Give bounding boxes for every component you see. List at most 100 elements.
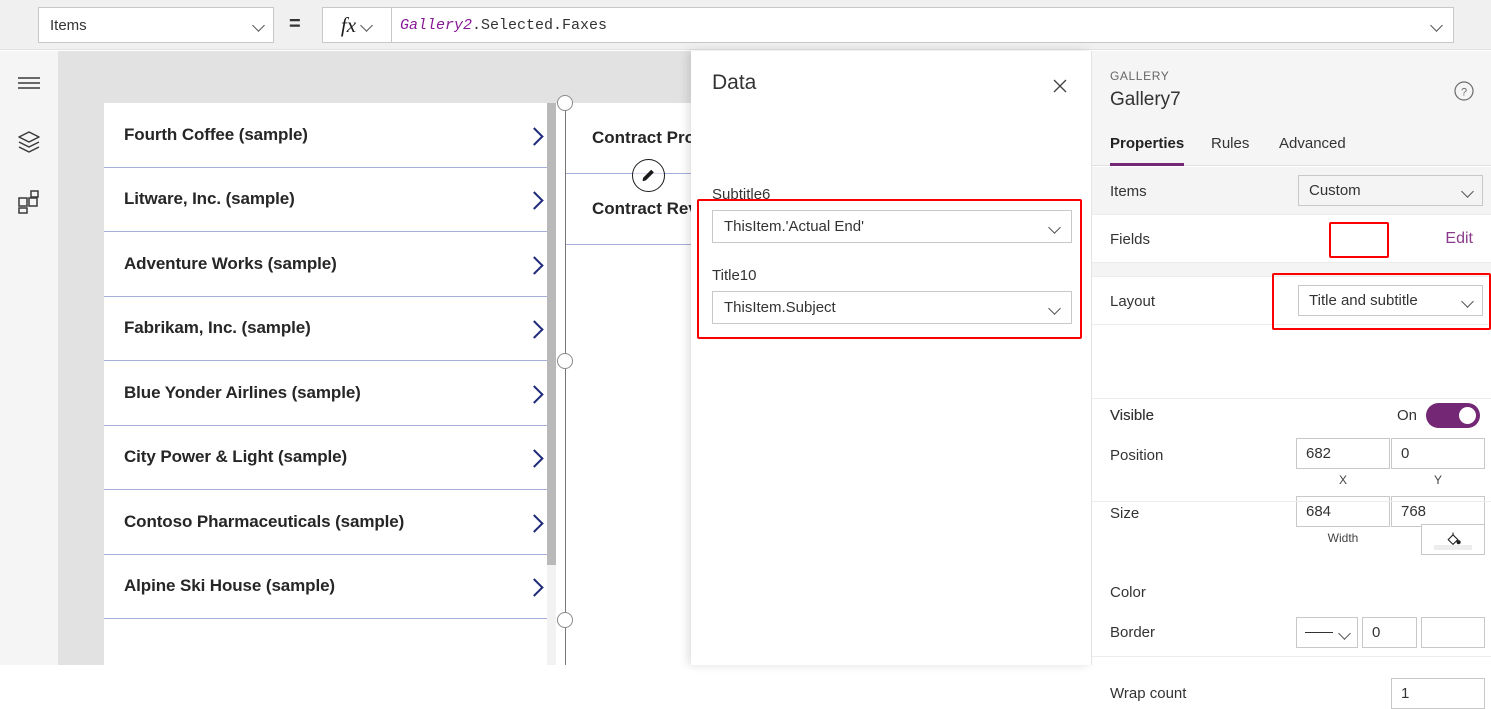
items-dropdown-value: Custom	[1309, 182, 1361, 199]
property-label-wrap-count: Wrap count	[1110, 685, 1187, 702]
subtitle-field-value: ThisItem.'Actual End'	[724, 218, 864, 235]
position-x-value: 682	[1306, 445, 1332, 462]
formula-input[interactable]: Gallery2.Selected.Faxes	[392, 7, 1454, 43]
property-label-fields: Fields	[1110, 231, 1151, 248]
property-label-size: Size	[1110, 505, 1140, 522]
property-label-layout: Layout	[1110, 293, 1156, 310]
properties-panel: GALLERY Gallery7 ? Properties Rules Adva…	[1091, 51, 1491, 709]
chevron-right-icon[interactable]	[526, 127, 542, 143]
list-item-title: City Power & Light (sample)	[124, 447, 348, 467]
help-icon[interactable]: ?	[1453, 80, 1477, 104]
subtitle-field-dropdown[interactable]: ThisItem.'Actual End'	[712, 210, 1072, 243]
visible-toggle-state-label: On	[1397, 407, 1418, 424]
position-y-caption: Y	[1433, 473, 1442, 487]
property-label-items: Items	[1110, 183, 1147, 200]
fx-icon: fx	[340, 12, 357, 37]
items-dropdown[interactable]: Custom	[1298, 175, 1483, 206]
fill-color-button[interactable]	[1421, 524, 1485, 555]
wrap-count-input[interactable]: 1	[1391, 678, 1485, 709]
selection-handle-bottom-left[interactable]	[557, 612, 573, 628]
list-item-title: Alpine Ski House (sample)	[124, 576, 335, 596]
size-width-caption: Width	[1327, 531, 1359, 545]
formula-bar: Items = fx Gallery2.Selected.Faxes	[0, 0, 1491, 50]
size-width-value: 684	[1306, 503, 1332, 520]
visible-toggle[interactable]	[1426, 403, 1480, 428]
property-label-color: Color	[1110, 584, 1146, 601]
list-item[interactable]: Adventure Works (sample)	[104, 232, 554, 297]
properties-panel-header: GALLERY Gallery7 ?	[1092, 51, 1491, 130]
gallery-browse-list[interactable]: Fourth Coffee (sample) Litware, Inc. (sa…	[104, 103, 554, 665]
tab-properties[interactable]: Properties	[1110, 130, 1185, 166]
layout-dropdown-value: Title and subtitle	[1309, 292, 1418, 309]
title-field-value: ThisItem.Subject	[724, 299, 836, 316]
property-selector-label: Items	[50, 16, 87, 34]
field-label-title: Title10	[712, 267, 757, 284]
chevron-down-icon	[1462, 185, 1474, 197]
tab-advanced-label: Advanced	[1279, 135, 1346, 152]
layout-dropdown[interactable]: Title and subtitle	[1298, 285, 1483, 316]
list-item[interactable]: Fourth Coffee (sample)	[104, 103, 554, 168]
list-item[interactable]: City Power & Light (sample)	[104, 426, 554, 490]
control-name-label: Gallery7	[1110, 89, 1181, 110]
formula-expand-chevron-down-icon[interactable]	[1431, 19, 1443, 31]
list-item[interactable]: Alpine Ski House (sample)	[104, 555, 554, 619]
hamburger-menu-icon[interactable]	[13, 66, 45, 98]
selection-handle-top-left[interactable]	[557, 95, 573, 111]
wrap-count-value: 1	[1401, 685, 1410, 702]
property-row-layout: Layout Title and subtitle	[1092, 277, 1491, 325]
border-thickness-input[interactable]: 0	[1362, 617, 1417, 648]
control-type-label: GALLERY	[1110, 69, 1170, 83]
list-item-title: Blue Yonder Airlines (sample)	[124, 382, 361, 402]
chevron-down-icon	[253, 19, 265, 31]
chevron-right-icon[interactable]	[526, 578, 542, 594]
gallery-scrollbar-thumb[interactable]	[547, 103, 556, 565]
chevron-right-icon[interactable]	[526, 256, 542, 272]
fill-color-preview	[1434, 545, 1472, 550]
chevron-down-icon	[1339, 627, 1351, 639]
left-rail	[0, 51, 58, 665]
position-x-caption: X	[1338, 473, 1347, 487]
position-y-input[interactable]: 0	[1391, 438, 1485, 469]
border-color-button[interactable]	[1421, 617, 1485, 648]
property-row-fields: Fields Edit	[1092, 215, 1491, 263]
chevron-right-icon[interactable]	[526, 514, 542, 530]
title-field-dropdown[interactable]: ThisItem.Subject	[712, 291, 1072, 324]
fields-edit-button[interactable]: Edit	[1445, 230, 1473, 248]
tab-rules-label: Rules	[1211, 135, 1250, 152]
solid-line-icon	[1305, 632, 1333, 633]
property-label-position: Position	[1110, 447, 1164, 464]
list-item[interactable]: Blue Yonder Airlines (sample)	[104, 361, 554, 426]
size-height-value: 768	[1401, 503, 1427, 520]
insert-components-icon[interactable]	[13, 186, 45, 218]
list-item-title: Fabrikam, Inc. (sample)	[124, 318, 311, 338]
list-item-title: Contoso Pharmaceuticals (sample)	[124, 511, 405, 531]
properties-tabs: Properties Rules Advanced	[1092, 130, 1491, 166]
list-item[interactable]: Fabrikam, Inc. (sample)	[104, 297, 554, 361]
chevron-right-icon[interactable]	[526, 449, 542, 465]
border-style-dropdown[interactable]	[1296, 617, 1358, 648]
pencil-edit-icon[interactable]	[632, 159, 665, 192]
field-label-subtitle: Subtitle6	[712, 186, 771, 203]
tab-rules[interactable]: Rules	[1211, 130, 1249, 166]
chevron-right-icon[interactable]	[526, 191, 542, 207]
tree-view-icon[interactable]	[13, 126, 45, 158]
formula-remainder: .Selected.Faxes	[472, 16, 608, 34]
fx-button[interactable]: fx	[322, 7, 392, 43]
property-row-items: Items Custom	[1092, 167, 1491, 215]
svg-text:?: ?	[1461, 87, 1467, 99]
chevron-down-icon	[1049, 302, 1061, 314]
chevron-right-icon[interactable]	[526, 385, 542, 401]
close-icon[interactable]	[1047, 73, 1073, 99]
list-item[interactable]: Litware, Inc. (sample)	[104, 168, 554, 232]
toggle-knob	[1459, 407, 1476, 424]
selection-handle-middle-left[interactable]	[557, 353, 573, 369]
tab-advanced[interactable]: Advanced	[1279, 130, 1346, 166]
list-item[interactable]: Contoso Pharmaceuticals (sample)	[104, 490, 554, 555]
list-item-title: Fourth Coffee (sample)	[124, 124, 308, 144]
property-selector[interactable]: Items	[38, 7, 274, 43]
property-label-border: Border	[1110, 624, 1156, 641]
chevron-right-icon[interactable]	[526, 320, 542, 336]
position-x-input[interactable]: 682	[1296, 438, 1390, 469]
list-item-title: Adventure Works (sample)	[124, 253, 337, 273]
position-y-value: 0	[1401, 445, 1410, 462]
